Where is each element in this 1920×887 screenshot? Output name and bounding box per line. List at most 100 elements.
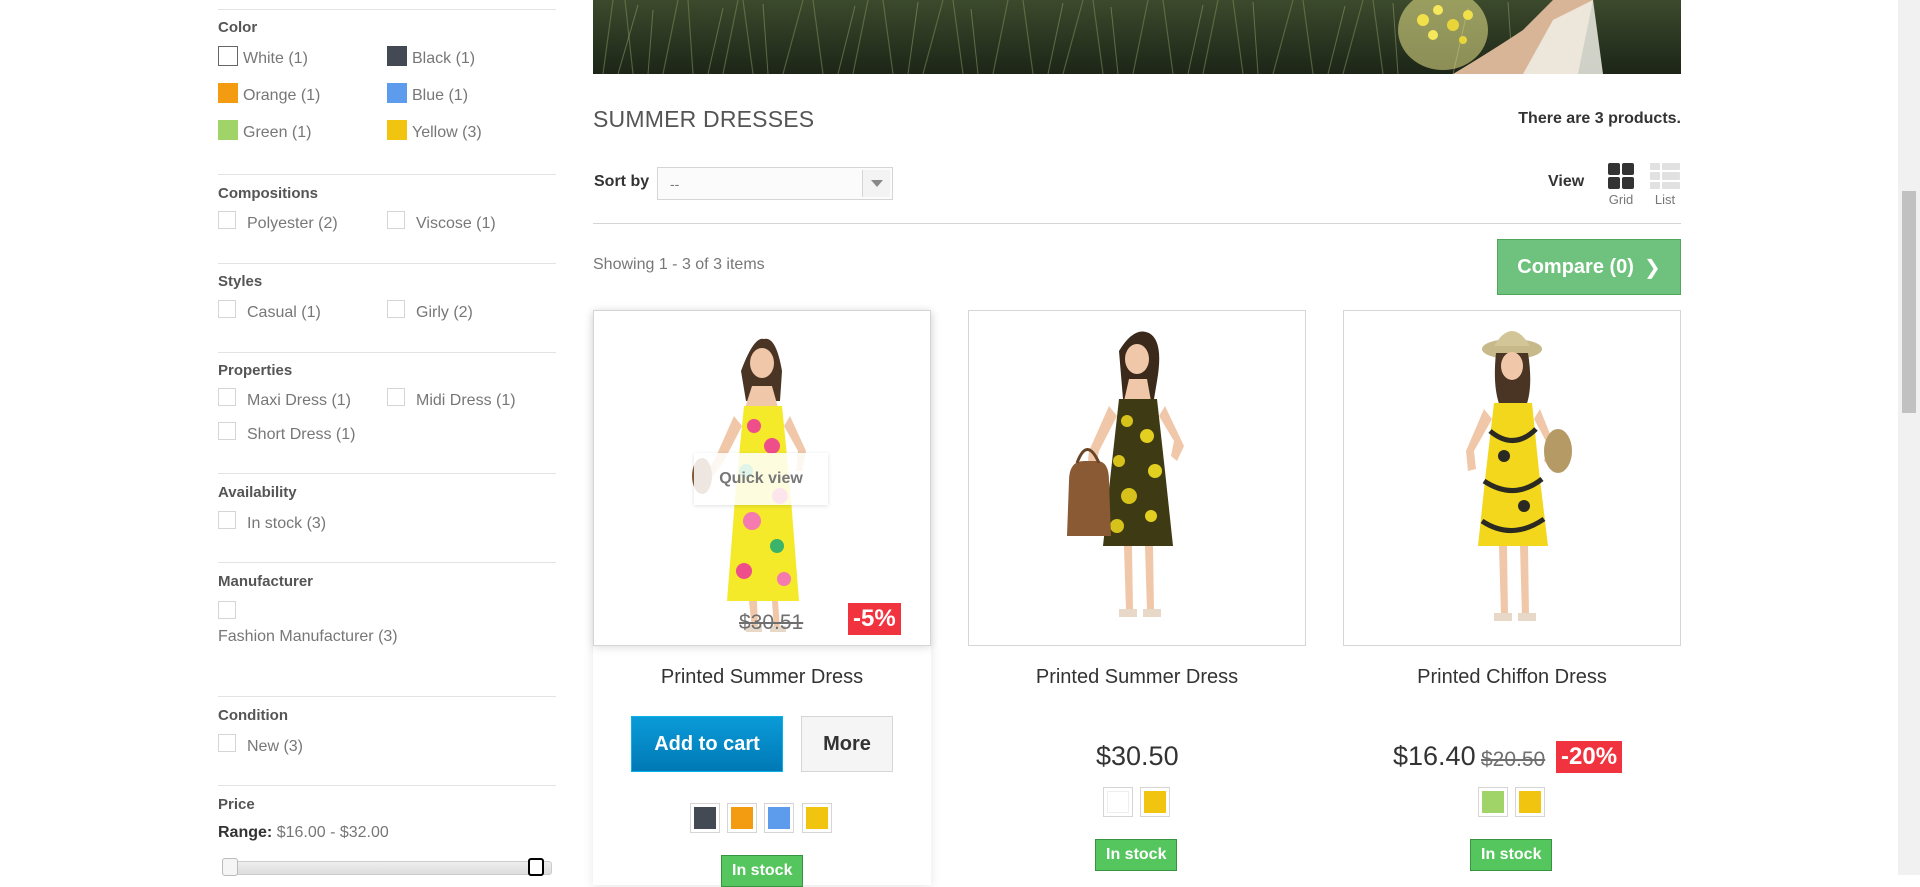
checkbox[interactable] [387, 388, 405, 406]
filter-title-price: Price [218, 796, 255, 813]
color-swatch-blue[interactable] [387, 83, 407, 103]
filter-title-condition: Condition [218, 707, 288, 724]
divider [218, 9, 556, 10]
product-image-1[interactable]: Quick view $30.51 -5% [593, 310, 931, 646]
filter-label: Green (1) [243, 124, 312, 141]
color-option-yellow[interactable] [1515, 787, 1545, 817]
quick-view-button[interactable]: Quick view [694, 453, 828, 505]
view-list-label: List [1654, 192, 1676, 207]
price-slider-track[interactable] [222, 861, 552, 875]
checkbox[interactable] [387, 211, 405, 229]
filter-label: In stock (3) [247, 515, 327, 532]
filter-label: Black (1) [412, 50, 476, 67]
product-price: $30.50 [1096, 741, 1179, 771]
checkbox[interactable] [218, 422, 236, 440]
checkbox[interactable] [218, 300, 236, 318]
filter-label: New (3) [247, 738, 304, 755]
color-option-yellow[interactable] [802, 803, 832, 833]
filter-casual[interactable]: Casual (1) [218, 300, 321, 322]
product-price: $16.40 [1393, 741, 1476, 771]
filter-color-blue[interactable]: Blue (1) [387, 83, 469, 105]
price-range: Range: $16.00 - $32.00 [218, 824, 389, 842]
filter-label: Casual (1) [247, 304, 321, 321]
checkbox[interactable] [387, 300, 405, 318]
compare-label: Compare (0) [1517, 255, 1634, 278]
filter-polyester[interactable]: Polyester (2) [218, 211, 338, 233]
discount-badge: -5% [848, 603, 901, 635]
banner-image [593, 0, 1681, 74]
filter-title-color: Color [218, 19, 258, 36]
product-image-3[interactable] [1343, 310, 1681, 646]
filter-color-white[interactable]: White (1) [218, 46, 308, 68]
filter-label: Orange (1) [243, 87, 321, 104]
category-banner [593, 0, 1681, 74]
more-button[interactable]: More [801, 716, 893, 772]
color-swatch-white[interactable] [218, 46, 238, 66]
filter-viscose[interactable]: Viscose (1) [387, 211, 496, 233]
category-title: SUMMER DRESSES [593, 106, 815, 132]
filter-label: Blue (1) [412, 87, 469, 104]
filter-fashion-manufacturer[interactable]: Fashion Manufacturer (3) [218, 626, 398, 648]
checkbox-fashion-manufacturer[interactable] [218, 601, 236, 619]
filter-color-orange[interactable]: Orange (1) [218, 83, 321, 105]
page-scrollbar[interactable] [1898, 0, 1920, 875]
old-price: $20.50 [1481, 748, 1546, 771]
filter-label: Girly (2) [416, 304, 473, 321]
filter-label: Short Dress (1) [247, 426, 356, 443]
product-name-2[interactable]: Printed Summer Dress [968, 666, 1306, 689]
chevron-down-icon[interactable] [862, 170, 890, 197]
filter-label: Polyester (2) [247, 215, 338, 232]
product-name-1[interactable]: Printed Summer Dress [593, 666, 931, 689]
checkbox[interactable] [218, 734, 236, 752]
color-option-white[interactable] [1103, 787, 1133, 817]
filter-new[interactable]: New (3) [218, 734, 304, 756]
old-price: $30.51 [739, 611, 804, 634]
filter-color-green[interactable]: Green (1) [218, 120, 312, 142]
discount-badge: -20% [1556, 741, 1623, 773]
filter-label: Maxi Dress (1) [247, 392, 352, 409]
filter-midi-dress[interactable]: Midi Dress (1) [387, 388, 516, 410]
filter-label: Midi Dress (1) [416, 392, 516, 409]
add-to-cart-button[interactable]: Add to cart [631, 716, 783, 772]
filter-maxi-dress[interactable]: Maxi Dress (1) [218, 388, 352, 410]
checkbox[interactable] [218, 211, 236, 229]
filter-label: White (1) [243, 50, 308, 67]
compare-button[interactable]: Compare (0) ❯ [1497, 239, 1681, 295]
price-slider-max-handle[interactable] [528, 858, 544, 876]
grid-view-icon[interactable] [1608, 163, 1634, 189]
divider [218, 696, 556, 697]
sort-label: Sort by [594, 173, 650, 190]
list-view-icon[interactable] [1650, 163, 1680, 189]
price-slider-min-handle[interactable] [222, 858, 238, 876]
product-photo [1067, 331, 1184, 617]
stock-badge: In stock [721, 855, 804, 887]
product-name-3[interactable]: Printed Chiffon Dress [1343, 666, 1681, 689]
filter-color-yellow[interactable]: Yellow (3) [387, 120, 482, 142]
filter-title-availability: Availability [218, 484, 297, 501]
filter-color-black[interactable]: Black (1) [387, 46, 476, 68]
product-count: There are 3 products. [1518, 110, 1681, 127]
divider [593, 223, 1681, 224]
color-option-orange[interactable] [727, 803, 757, 833]
color-swatch-orange[interactable] [218, 83, 238, 103]
filter-girly[interactable]: Girly (2) [387, 300, 473, 322]
scrollbar-thumb[interactable] [1902, 191, 1916, 413]
checkbox[interactable] [218, 511, 236, 529]
color-option-black[interactable] [690, 803, 720, 833]
color-swatch-yellow[interactable] [387, 120, 407, 140]
divider [218, 352, 556, 353]
filter-in-stock[interactable]: In stock (3) [218, 511, 327, 533]
color-swatch-black[interactable] [387, 46, 407, 66]
color-swatch-green[interactable] [218, 120, 238, 140]
checkbox[interactable] [218, 388, 236, 406]
color-option-blue[interactable] [764, 803, 794, 833]
sort-select[interactable]: -- [657, 167, 893, 200]
product-image-2[interactable] [968, 310, 1306, 646]
filter-short-dress[interactable]: Short Dress (1) [218, 422, 356, 444]
view-label: View [1548, 173, 1585, 190]
view-list-button[interactable]: List [1650, 163, 1680, 207]
filter-title-compositions: Compositions [218, 185, 318, 202]
color-option-yellow[interactable] [1140, 787, 1170, 817]
color-option-green[interactable] [1478, 787, 1508, 817]
view-grid-button[interactable]: Grid [1606, 163, 1636, 207]
